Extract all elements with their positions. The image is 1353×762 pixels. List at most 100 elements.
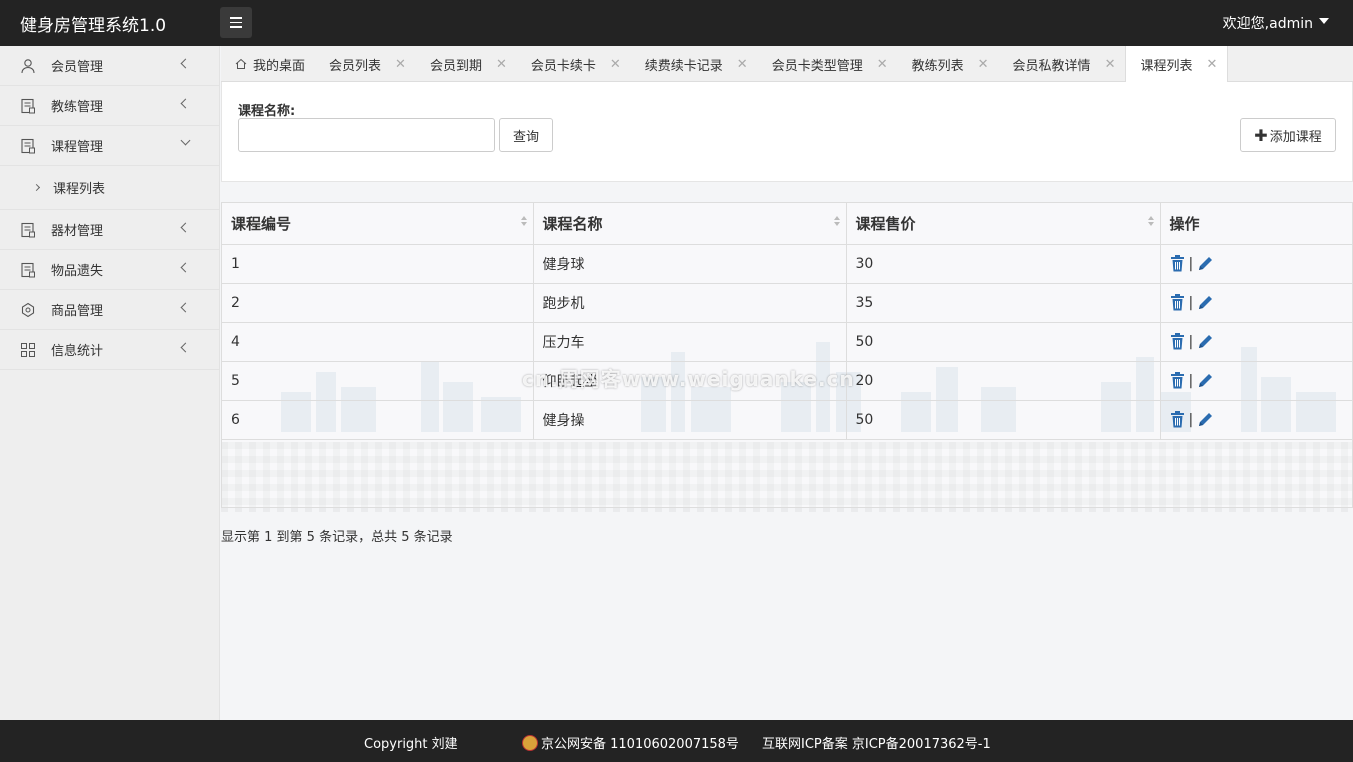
copyright-text: Copyright 刘建 — [364, 737, 458, 752]
table-row: 6 健身操 50 | — [222, 400, 1352, 440]
close-icon[interactable]: ✕ — [737, 57, 748, 72]
sidebar-item-coaches[interactable]: 教练管理 — [0, 86, 219, 126]
sidebar: 会员管理 教练管理 课程管理 课程列表 器材管理 物品遗失 商品管理 信息统计 — [0, 46, 220, 720]
sidebar-item-courses[interactable]: 课程管理 — [0, 126, 219, 166]
search-panel: 课程名称: 查询 ✚ 添加课程 — [221, 82, 1353, 182]
chevron-left-icon — [180, 342, 191, 353]
trash-icon[interactable] — [1170, 294, 1185, 311]
close-icon[interactable]: ✕ — [877, 57, 888, 72]
sidebar-item-label: 教练管理 — [51, 100, 104, 115]
close-icon[interactable]: ✕ — [496, 57, 507, 72]
home-icon — [235, 58, 247, 69]
tab-private-coach[interactable]: 会员私教详情 ✕ — [999, 46, 1126, 82]
user-menu[interactable]: 欢迎您,admin — [1223, 13, 1329, 33]
sidebar-item-label: 物品遗失 — [51, 264, 104, 279]
sidebar-item-members[interactable]: 会员管理 — [0, 46, 219, 86]
cell-id: 4 — [222, 322, 534, 362]
document-icon — [20, 262, 36, 278]
tab-bar: 我的桌面 会员列表 ✕ 会员到期 ✕ 会员卡续卡 ✕ 续费续卡记录 ✕ 会员卡类型管理 ✕… — [221, 46, 1353, 82]
document-icon — [20, 222, 36, 238]
tab-member-list[interactable]: 会员列表 ✕ — [315, 46, 416, 82]
tab-desktop[interactable]: 我的桌面 — [221, 46, 315, 82]
sidebar-subitem-label: 课程列表 — [53, 182, 106, 197]
pagination-summary: 显示第 1 到第 5 条记录，总共 5 条记录 — [221, 530, 453, 545]
sidebar-item-lost-items[interactable]: 物品遗失 — [0, 250, 219, 290]
icp-record-link[interactable]: 互联网ICP备案 京ICP备20017362号-1 — [762, 733, 991, 752]
sidebar-item-statistics[interactable]: 信息统计 — [0, 330, 219, 370]
tab-course-list[interactable]: 课程列表 ✕ — [1125, 46, 1229, 82]
cell-price: 35 — [846, 283, 1161, 323]
cell-price: 50 — [846, 322, 1161, 362]
sidebar-item-equipment[interactable]: 器材管理 — [0, 210, 219, 250]
caret-down-icon — [1319, 18, 1329, 24]
app-title: 健身房管理系统1.0 — [20, 16, 167, 36]
document-icon — [20, 138, 36, 154]
user-icon — [20, 58, 36, 74]
document-icon — [20, 98, 36, 114]
cell-price: 50 — [846, 400, 1161, 440]
cell-name: 健身操 — [533, 400, 847, 440]
trash-icon[interactable] — [1170, 372, 1185, 389]
sidebar-item-products[interactable]: 商品管理 — [0, 290, 219, 330]
menu-toggle-button[interactable] — [220, 7, 252, 38]
course-table: 课程编号 课程名称 课程售价 操作 1 健身球 30 | 2 跑步机 35 | … — [221, 202, 1353, 508]
close-icon[interactable]: ✕ — [978, 57, 989, 72]
plus-icon: ✚ — [1254, 125, 1268, 145]
separator: | — [1188, 333, 1194, 350]
edit-icon[interactable] — [1197, 255, 1214, 272]
trash-icon[interactable] — [1170, 333, 1185, 350]
cell-id: 5 — [222, 361, 534, 401]
close-icon[interactable]: ✕ — [1206, 57, 1217, 72]
edit-icon[interactable] — [1197, 372, 1214, 389]
cell-id: 2 — [222, 283, 534, 323]
separator: | — [1188, 411, 1194, 428]
sidebar-item-label: 信息统计 — [51, 344, 104, 359]
police-record-link[interactable]: 京公网安备 11010602007158号 — [522, 733, 739, 752]
grid-icon — [20, 342, 36, 358]
hamburger-icon — [230, 17, 242, 19]
column-header-name[interactable]: 课程名称 — [533, 203, 847, 245]
sidebar-item-label: 商品管理 — [51, 304, 104, 319]
column-header-id[interactable]: 课程编号 — [222, 203, 534, 245]
tab-card-renew[interactable]: 会员卡续卡 ✕ — [517, 46, 631, 82]
edit-icon[interactable] — [1197, 294, 1214, 311]
add-course-button[interactable]: ✚ 添加课程 — [1240, 118, 1336, 152]
cell-name: 压力车 — [533, 322, 847, 362]
close-icon[interactable]: ✕ — [610, 57, 621, 72]
chevron-left-icon — [180, 302, 191, 313]
sort-icon — [1147, 216, 1154, 226]
tab-renew-records[interactable]: 续费续卡记录 ✕ — [631, 46, 758, 82]
column-header-price[interactable]: 课程售价 — [846, 203, 1161, 245]
course-name-label: 课程名称: — [238, 104, 296, 119]
trash-icon[interactable] — [1170, 411, 1185, 428]
chevron-left-icon — [180, 98, 191, 109]
close-icon[interactable]: ✕ — [1105, 57, 1116, 72]
query-button[interactable]: 查询 — [499, 118, 553, 152]
tab-coach-list[interactable]: 教练列表 ✕ — [898, 46, 999, 82]
table-row: 1 健身球 30 | — [222, 244, 1352, 284]
tab-card-types[interactable]: 会员卡类型管理 ✕ — [758, 46, 898, 82]
sidebar-item-label: 会员管理 — [51, 60, 104, 75]
sort-icon — [520, 216, 527, 226]
close-icon[interactable]: ✕ — [395, 57, 406, 72]
user-greeting: 欢迎您,admin — [1222, 16, 1313, 32]
separator: | — [1188, 255, 1194, 272]
sidebar-subitem-course-list[interactable]: 课程列表 — [0, 166, 219, 210]
chevron-right-icon — [32, 183, 41, 192]
sidebar-item-label: 课程管理 — [51, 140, 104, 155]
trash-icon[interactable] — [1170, 255, 1185, 272]
edit-icon[interactable] — [1197, 333, 1214, 350]
cell-name: 跑步机 — [533, 283, 847, 323]
edit-icon[interactable] — [1197, 411, 1214, 428]
cell-name: 健身球 — [533, 244, 847, 284]
table-header-row: 课程编号 课程名称 课程售价 操作 — [222, 203, 1352, 245]
watermark-text: cn.周网客www.weiguanke.cn — [522, 367, 855, 391]
column-header-actions: 操作 — [1160, 203, 1352, 245]
sidebar-item-label: 器材管理 — [51, 224, 104, 239]
tab-member-expiry[interactable]: 会员到期 ✕ — [416, 46, 517, 82]
sort-icon — [833, 216, 840, 226]
footer: Copyright 刘建 京公网安备 11010602007158号 互联网IC… — [0, 720, 1353, 762]
chevron-left-icon — [180, 222, 191, 233]
chevron-down-icon — [180, 135, 191, 146]
course-name-input[interactable] — [238, 118, 495, 152]
